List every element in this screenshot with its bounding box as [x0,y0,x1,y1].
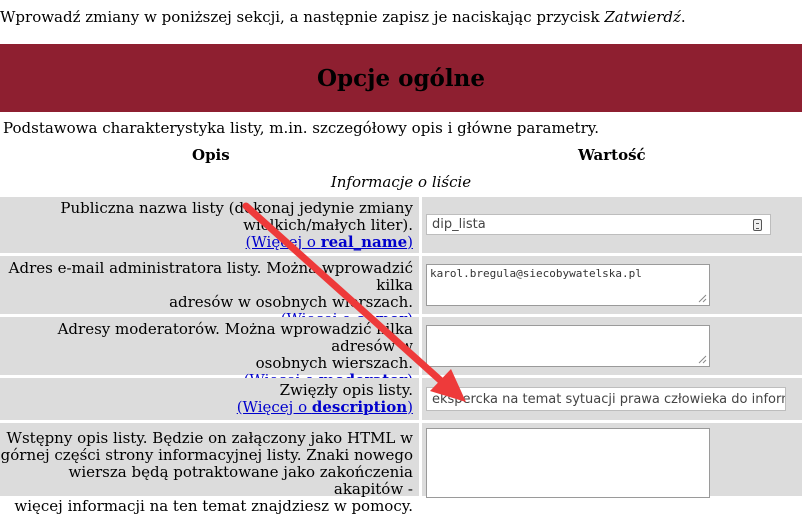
annotation-arrow-icon [242,202,466,402]
